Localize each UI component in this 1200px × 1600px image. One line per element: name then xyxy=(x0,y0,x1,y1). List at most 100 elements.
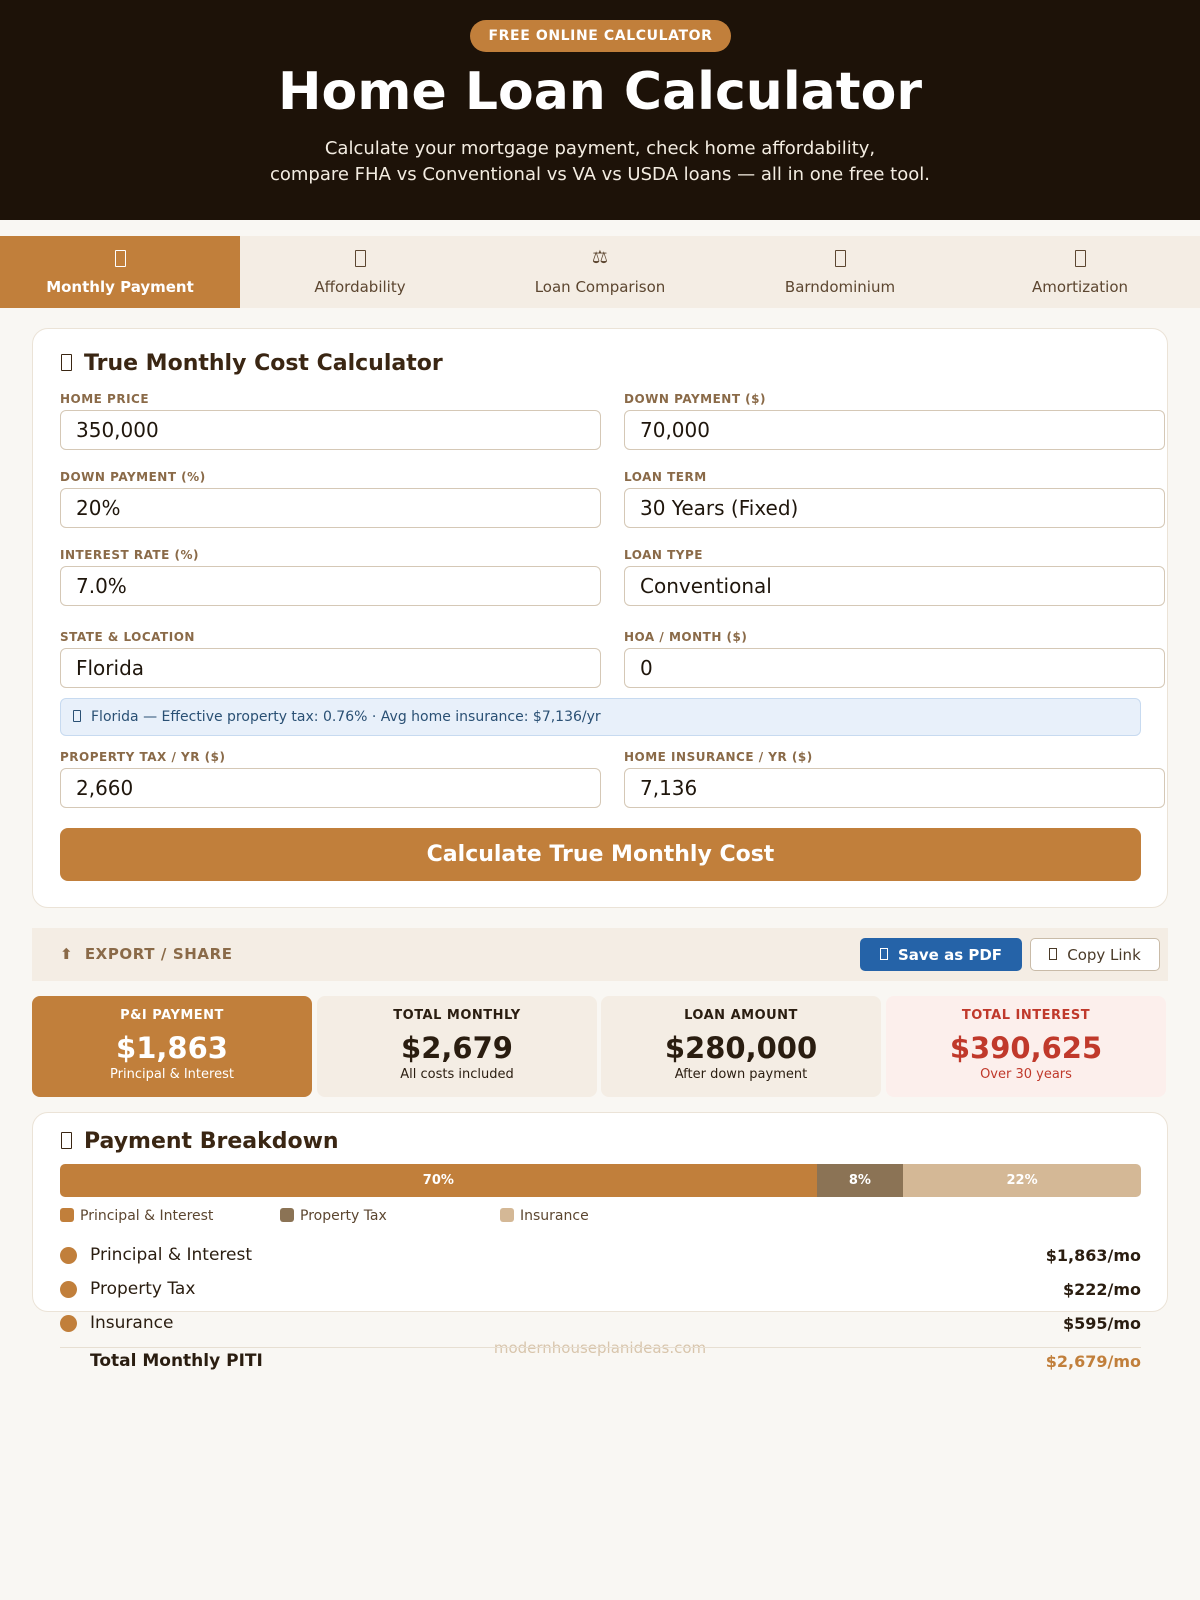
property-tax-label: PROPERTY TAX / YR ($) xyxy=(60,750,226,764)
home-insurance-field: HOME INSURANCE / YR ($) xyxy=(624,750,1165,808)
row-value: $1,863/mo xyxy=(1045,1246,1141,1265)
legend-insurance: Insurance xyxy=(500,1208,589,1224)
stat-value: $1,863 xyxy=(116,1031,228,1065)
hoa-label: HOA / MONTH ($) xyxy=(624,630,748,644)
state-info-text: Florida — Effective property tax: 0.76% … xyxy=(91,709,601,725)
breakdown-title-text: Payment Breakdown xyxy=(84,1129,339,1154)
stat-sub: Principal & Interest xyxy=(110,1067,234,1082)
tab-label: Barndominium xyxy=(784,278,896,296)
stat-pi-payment: P&I PAYMENT $1,863 Principal & Interest xyxy=(32,996,312,1097)
down-payment-percent-label: DOWN PAYMENT (%) xyxy=(60,470,206,484)
tab-loan-comparison[interactable]: ⚖ Loan Comparison xyxy=(480,236,720,308)
row-label: Property Tax xyxy=(90,1279,196,1299)
down-payment-amount-input[interactable] xyxy=(624,410,1165,450)
home-price-label: HOME PRICE xyxy=(60,392,150,406)
stat-total-monthly: TOTAL MONTHLY $2,679 All costs included xyxy=(317,996,597,1097)
stat-label: TOTAL MONTHLY xyxy=(393,1008,521,1023)
share-icon: ⬆ xyxy=(60,945,74,963)
stat-loan-amount: LOAN AMOUNT $280,000 After down payment xyxy=(601,996,881,1097)
breakdown-title: Payment Breakdown xyxy=(61,1129,339,1154)
stat-value: $280,000 xyxy=(664,1031,818,1065)
state-field: STATE & LOCATION xyxy=(60,630,601,688)
legend-swatch xyxy=(500,1208,514,1222)
row-dot xyxy=(60,1247,77,1264)
tab-label: Affordability xyxy=(314,278,406,296)
row-label: Insurance xyxy=(90,1313,174,1333)
breakdown-row-insurance: Insurance $595/mo xyxy=(60,1309,1141,1339)
loan-type-select[interactable] xyxy=(624,566,1165,606)
calculate-button[interactable]: Calculate True Monthly Cost xyxy=(60,828,1141,881)
state-label: STATE & LOCATION xyxy=(60,630,195,644)
interest-rate-label: INTEREST RATE (%) xyxy=(60,548,199,562)
home-insurance-label: HOME INSURANCE / YR ($) xyxy=(624,750,813,764)
loan-type-field: LOAN TYPE xyxy=(624,548,1165,606)
tab-barndominium[interactable]: Barndominium xyxy=(720,236,960,308)
row-dot xyxy=(60,1281,77,1298)
save-pdf-label: Save as PDF xyxy=(897,945,1003,964)
payment-breakdown-bar: 70% 8% 22% xyxy=(60,1164,1141,1197)
calculator-icon xyxy=(0,248,240,268)
chart-icon xyxy=(61,1131,72,1149)
row-value: $222/mo xyxy=(1062,1280,1141,1299)
property-tax-field: PROPERTY TAX / YR ($) xyxy=(60,750,601,808)
state-info-banner: Florida — Effective property tax: 0.76% … xyxy=(60,698,1141,736)
stat-value: $390,625 xyxy=(949,1031,1103,1065)
hero-banner: FREE ONLINE CALCULATOR Home Loan Calcula… xyxy=(0,0,1200,220)
legend-label: Insurance xyxy=(520,1208,589,1224)
link-icon xyxy=(1049,948,1058,960)
copy-link-button[interactable]: Copy Link xyxy=(1030,938,1160,971)
tab-label: Amortization xyxy=(1031,278,1129,296)
stat-total-interest: TOTAL INTEREST $390,625 Over 30 years xyxy=(886,996,1166,1097)
stat-label: P&I PAYMENT xyxy=(120,1008,224,1023)
total-piti-value: $2,679/mo xyxy=(1045,1352,1141,1371)
tab-amortization[interactable]: Amortization xyxy=(960,236,1200,308)
legend-principal-interest: Principal & Interest xyxy=(60,1208,213,1224)
barn-icon xyxy=(720,248,960,268)
loan-term-field: LOAN TERM xyxy=(624,470,1165,528)
subtitle-line-2: compare FHA vs Conventional vs VA vs USD… xyxy=(269,164,930,185)
tab-label: Loan Comparison xyxy=(534,278,666,296)
row-value: $595/mo xyxy=(1062,1314,1141,1333)
interest-rate-field: INTEREST RATE (%) xyxy=(60,548,601,606)
pin-icon xyxy=(73,710,81,722)
page-title: Home Loan Calculator xyxy=(278,62,922,122)
home-price-field: HOME PRICE xyxy=(60,392,601,450)
export-label-text: EXPORT / SHARE xyxy=(84,945,233,963)
down-payment-amount-field: DOWN PAYMENT ($) xyxy=(624,392,1165,450)
bar-segment-principal-interest: 70% xyxy=(60,1164,817,1197)
loan-term-select[interactable] xyxy=(624,488,1165,528)
money-icon xyxy=(61,353,72,371)
calculator-tabs: Monthly Payment Affordability ⚖ Loan Com… xyxy=(0,236,1200,308)
total-piti-label: Total Monthly PITI xyxy=(90,1351,263,1371)
stat-label: TOTAL INTEREST xyxy=(961,1008,1091,1023)
legend-swatch xyxy=(280,1208,294,1222)
home-insurance-input[interactable] xyxy=(624,768,1165,808)
subtitle-line-1: Calculate your mortgage payment, check h… xyxy=(324,138,876,159)
save-pdf-button[interactable]: Save as PDF xyxy=(860,938,1022,971)
house-icon xyxy=(240,248,480,268)
legend-label: Property Tax xyxy=(300,1208,387,1224)
loan-term-label: LOAN TERM xyxy=(624,470,707,484)
chart-icon xyxy=(960,248,1200,268)
legend-swatch xyxy=(60,1208,74,1222)
hoa-input[interactable] xyxy=(624,648,1165,688)
page-subtitle: Calculate your mortgage payment, check h… xyxy=(0,136,1200,188)
stat-sub: After down payment xyxy=(674,1067,808,1082)
state-select[interactable] xyxy=(60,648,601,688)
row-label: Principal & Interest xyxy=(90,1245,253,1265)
property-tax-input[interactable] xyxy=(60,768,601,808)
stat-value: $2,679 xyxy=(401,1031,513,1065)
down-payment-percent-input[interactable] xyxy=(60,488,601,528)
breakdown-row-principal-interest: Principal & Interest $1,863/mo xyxy=(60,1241,1141,1271)
row-dot xyxy=(60,1315,77,1332)
tab-label: Monthly Payment xyxy=(46,278,194,296)
tab-monthly-payment[interactable]: Monthly Payment xyxy=(0,236,240,308)
free-calculator-badge: FREE ONLINE CALCULATOR xyxy=(470,20,731,52)
scale-icon: ⚖ xyxy=(591,247,609,268)
tab-affordability[interactable]: Affordability xyxy=(240,236,480,308)
legend-label: Principal & Interest xyxy=(80,1208,214,1224)
interest-rate-input[interactable] xyxy=(60,566,601,606)
export-share-bar: ⬆ EXPORT / SHARE Save as PDF Copy Link xyxy=(32,928,1168,981)
home-price-input[interactable] xyxy=(60,410,601,450)
document-icon xyxy=(879,948,888,960)
